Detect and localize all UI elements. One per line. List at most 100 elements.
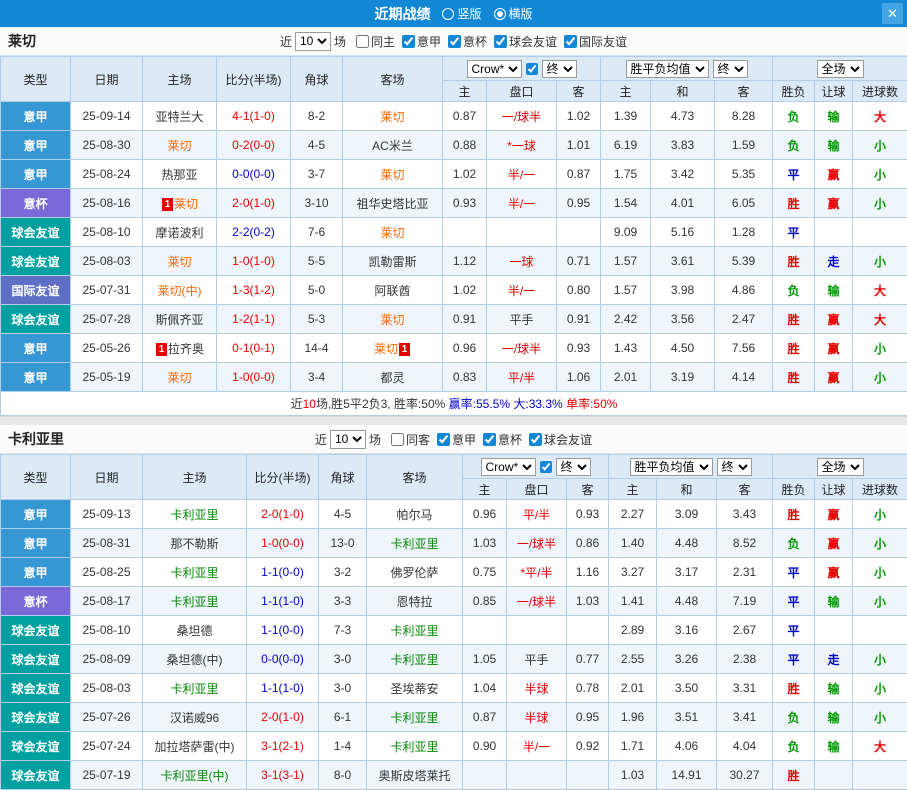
- corner-score: 6-1: [319, 703, 367, 732]
- col-header-home: 主场: [143, 455, 247, 500]
- handicap-line: 一/球半: [487, 334, 557, 363]
- final-avg-select[interactable]: 终: [713, 60, 748, 78]
- corner-score: 13-0: [319, 529, 367, 558]
- table-header-row: 类型 日期 主场 比分(半场) 角球 客场 Crow* 终: [1, 57, 907, 81]
- outcome-result: 胜: [773, 500, 815, 529]
- checkbox-同主[interactable]: [356, 35, 369, 48]
- final-odds-select[interactable]: 终: [556, 458, 591, 476]
- league-type-badge: 意甲: [1, 131, 71, 160]
- match-date: 25-08-16: [71, 189, 143, 218]
- away-team-cell: 佛罗伦萨: [367, 558, 463, 587]
- checkbox-意杯[interactable]: [483, 433, 496, 446]
- subcol-goals: 进球数: [853, 479, 907, 500]
- away-team-cell: AC米兰: [343, 131, 443, 160]
- layout-radio-竖版[interactable]: 竖版: [442, 5, 481, 22]
- avg-draw-odds: 3.26: [657, 645, 717, 674]
- checkbox-意杯[interactable]: [448, 35, 461, 48]
- avg-home-odds: 1.57: [601, 247, 651, 276]
- close-button[interactable]: ✕: [882, 3, 903, 24]
- odds-provider-select[interactable]: Crow*: [481, 458, 536, 476]
- team-name-text: 莱切: [380, 226, 404, 240]
- handicap-line: *平/半: [507, 558, 567, 587]
- match-count-select[interactable]: 10: [295, 32, 331, 51]
- avg-draw-odds: 3.16: [657, 616, 717, 645]
- odds-header-cell: Crow* 终: [443, 57, 601, 81]
- full-match-select[interactable]: 全场: [817, 458, 864, 476]
- team-name-text: 都灵: [380, 371, 404, 385]
- final-odds-select[interactable]: 终: [542, 60, 577, 78]
- filter-checkbox-意甲[interactable]: 意甲: [402, 33, 441, 50]
- col-header-type: 类型: [1, 455, 71, 500]
- checkbox-球会友谊[interactable]: [494, 35, 507, 48]
- filter-checkbox-意甲[interactable]: 意甲: [437, 431, 476, 448]
- away-team-cell: 莱切: [343, 160, 443, 189]
- team-name-text: 加拉塔萨雷(中): [155, 740, 235, 754]
- match-date: 25-07-28: [71, 305, 143, 334]
- filter-checkbox-同主[interactable]: 同主: [356, 33, 395, 50]
- outcome-result: 负: [773, 131, 815, 160]
- outcome-result: 平: [773, 218, 815, 247]
- filter-checkbox-球会友谊[interactable]: 球会友谊: [494, 33, 557, 50]
- match-score: 0-1(0-1): [217, 334, 291, 363]
- section-header: 卡利亚里 近 10 场 同客意甲意杯球会友谊: [0, 425, 907, 454]
- filter-checkbox-意杯[interactable]: 意杯: [448, 33, 487, 50]
- filter-checkbox-球会友谊[interactable]: 球会友谊: [529, 431, 592, 448]
- odds-away-value: 0.95: [567, 703, 609, 732]
- avg-home-odds: 9.09: [601, 218, 651, 247]
- avg-home-odds: 1.54: [601, 189, 651, 218]
- away-team-cell: 阿联酋: [343, 276, 443, 305]
- goals-result: 大: [853, 732, 907, 761]
- match-count-select[interactable]: 10: [330, 430, 366, 449]
- handicap-line: 半/一: [487, 160, 557, 189]
- match-score: 1-2(1-1): [217, 305, 291, 334]
- final-odds-checkbox[interactable]: [540, 461, 552, 473]
- avg-odds-select[interactable]: 胜平负均值: [626, 60, 709, 78]
- team-name-text: AC米兰: [372, 139, 413, 153]
- corner-score: 8-2: [291, 102, 343, 131]
- checkbox-意甲[interactable]: [402, 35, 415, 48]
- final-avg-select[interactable]: 终: [717, 458, 752, 476]
- avg-away-odds: 30.27: [717, 761, 773, 790]
- filter-checkbox-同客[interactable]: 同客: [391, 431, 430, 448]
- league-type-badge: 球会友谊: [1, 732, 71, 761]
- league-type-badge: 意甲: [1, 529, 71, 558]
- match-date: 25-07-19: [71, 761, 143, 790]
- match-row: 球会友谊25-08-10桑坦德1-1(0-0)7-3卡利亚里2.893.162.…: [1, 616, 907, 645]
- checkbox-国际友谊[interactable]: [564, 35, 577, 48]
- match-score: 1-1(1-0): [247, 587, 319, 616]
- avg-odds-select[interactable]: 胜平负均值: [630, 458, 713, 476]
- radio-label: 竖版: [457, 5, 481, 22]
- scope-header-cell: 全场: [773, 57, 907, 81]
- filter-checkbox-意杯[interactable]: 意杯: [483, 431, 522, 448]
- odds-provider-select[interactable]: Crow*: [467, 60, 522, 78]
- matches-table: 类型 日期 主场 比分(半场) 角球 客场 Crow* 终: [0, 454, 907, 790]
- match-row: 意杯25-08-161莱切2-0(1-0)3-10祖华史塔比亚0.93半/一0.…: [1, 189, 907, 218]
- goals-result: 小: [853, 363, 907, 392]
- layout-radio-横版[interactable]: 横版: [494, 5, 533, 22]
- final-odds-checkbox[interactable]: [526, 63, 538, 75]
- match-score: 1-1(0-0): [247, 616, 319, 645]
- match-row: 意杯25-08-17卡利亚里1-1(1-0)3-3恩特拉0.85一/球半1.03…: [1, 587, 907, 616]
- checkbox-球会友谊[interactable]: [529, 433, 542, 446]
- subcol-handicap-result: 让球: [815, 81, 853, 102]
- odds-home-value: 1.03: [463, 529, 507, 558]
- team-name-text: 桑坦德(中): [167, 653, 223, 667]
- league-type-badge: 球会友谊: [1, 247, 71, 276]
- match-date: 25-07-31: [71, 276, 143, 305]
- avg-draw-odds: 3.19: [651, 363, 715, 392]
- odds-away-value: 0.91: [557, 305, 601, 334]
- section-divider: [0, 416, 907, 425]
- handicap-result: 赢: [815, 558, 853, 587]
- match-row: 球会友谊25-08-10摩诺波利2-2(0-2)7-6莱切9.095.161.2…: [1, 218, 907, 247]
- full-match-select[interactable]: 全场: [817, 60, 864, 78]
- checkbox-同客[interactable]: [391, 433, 404, 446]
- team-name-text: 汉诺威96: [170, 711, 219, 725]
- team-name-text: 阿联酋: [374, 284, 410, 298]
- checkbox-意甲[interactable]: [437, 433, 450, 446]
- goals-result: [853, 616, 907, 645]
- home-team-cell: 汉诺威96: [143, 703, 247, 732]
- avg-draw-odds: 3.50: [657, 674, 717, 703]
- corner-score: 3-0: [319, 674, 367, 703]
- match-row: 球会友谊25-07-24加拉塔萨雷(中)3-1(2-1)1-4卡利亚里0.90半…: [1, 732, 907, 761]
- filter-checkbox-国际友谊[interactable]: 国际友谊: [564, 33, 627, 50]
